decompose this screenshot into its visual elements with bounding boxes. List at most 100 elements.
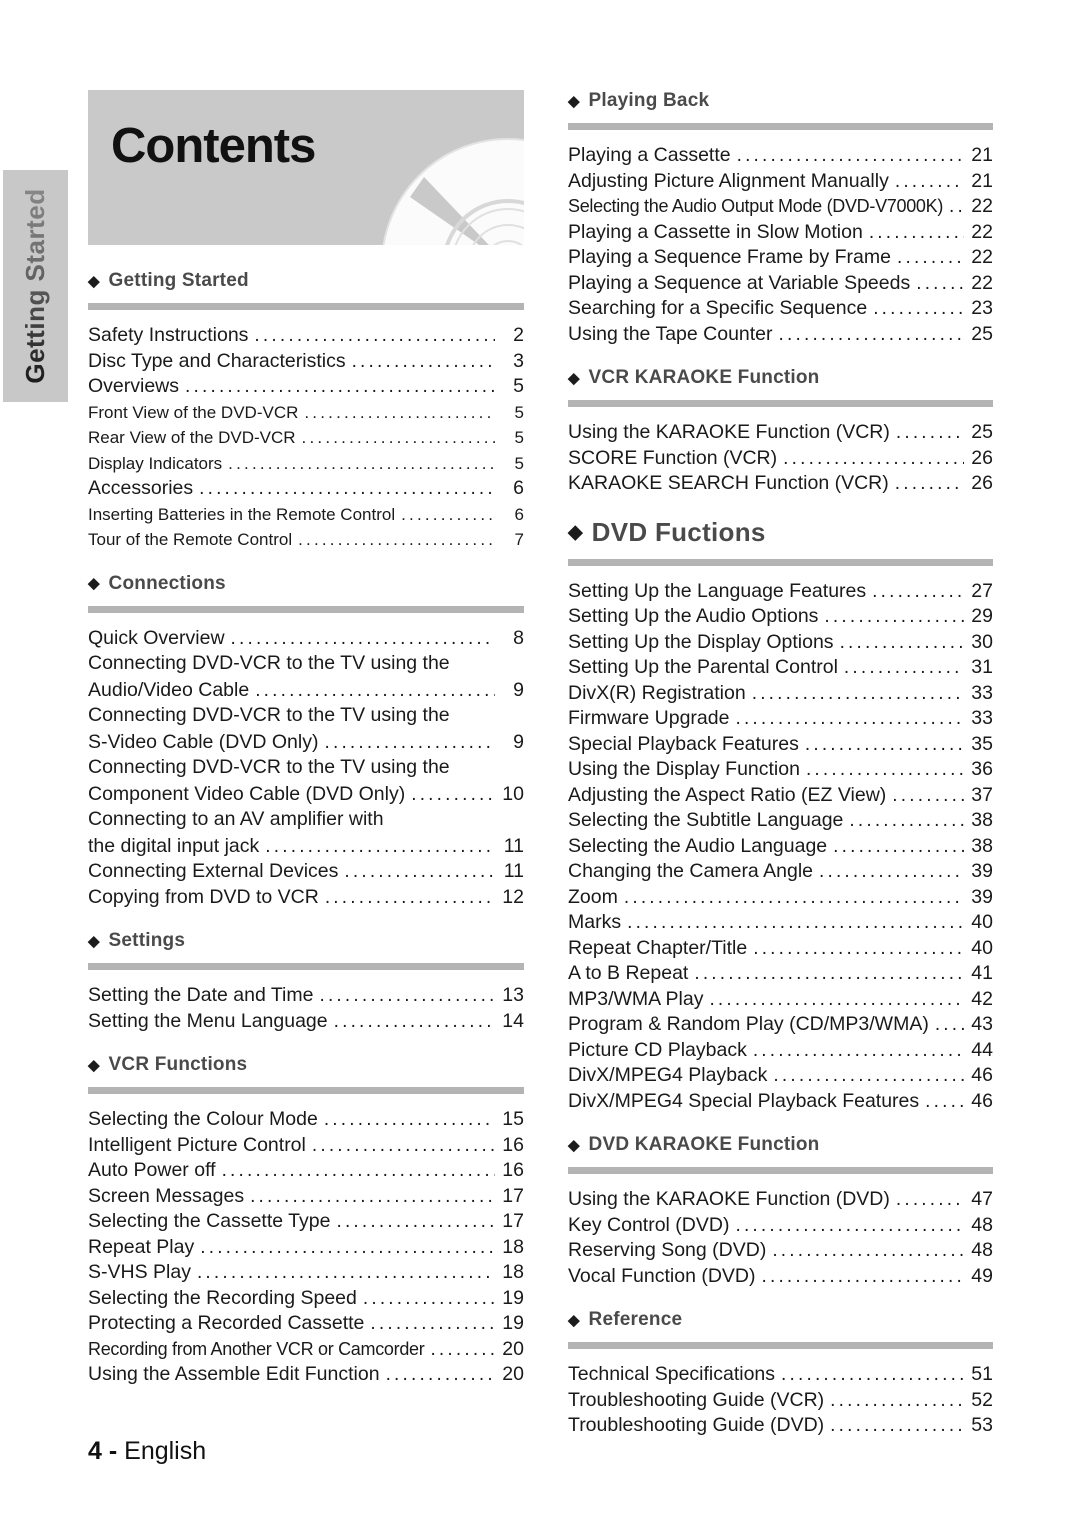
toc-entry[interactable]: Display Indicators......................… [88, 451, 524, 477]
toc-entry[interactable]: A to B Repeat...........................… [568, 961, 993, 987]
toc-entry[interactable]: Overviews...............................… [88, 374, 524, 400]
toc-entry[interactable]: Disc Type and Characteristics...........… [88, 349, 524, 375]
toc-entry-label: Adjusting the Aspect Ratio (EZ View) [568, 783, 887, 806]
toc-entry[interactable]: Using the KARAOKE Function (DVD)........… [568, 1187, 993, 1213]
toc-entry[interactable]: Selecting the Colour Mode...............… [88, 1107, 524, 1133]
toc-entry[interactable]: Troubleshooting Guide (DVD).............… [568, 1413, 993, 1439]
toc-entry[interactable]: Using the Assemble Edit Function........… [88, 1362, 524, 1388]
toc-entry-label: SCORE Function (VCR) [568, 446, 778, 469]
toc-entry[interactable]: Reserving Song (DVD)....................… [568, 1238, 993, 1264]
toc-entry[interactable]: Troubleshooting Guide (VCR).............… [568, 1388, 993, 1414]
toc-entry[interactable]: MP3/WMA Play............................… [568, 987, 993, 1013]
toc-entry[interactable]: Recording from Another VCR or Camcorder.… [88, 1337, 524, 1363]
toc-entry[interactable]: Searching for a Specific Sequence.......… [568, 296, 993, 322]
toc-entry[interactable]: Firmware Upgrade........................… [568, 706, 993, 732]
toc-entry-label: Setting the Menu Language [88, 1009, 328, 1032]
toc-entry[interactable]: S-VHS Play..............................… [88, 1260, 524, 1286]
toc-entry[interactable]: Using the Display Function..............… [568, 757, 993, 783]
section-heading: ◆ DVD Fuctions [568, 517, 993, 548]
toc-entry-label: DivX/MPEG4 Playback [568, 1064, 768, 1086]
toc-entry[interactable]: Inserting Batteries in the Remote Contro… [88, 502, 524, 528]
toc-page-number: 51 [971, 1363, 993, 1385]
toc-entry[interactable]: Rear View of the DVD-VCR................… [88, 425, 524, 451]
toc-entry[interactable]: Connecting External Devices.............… [88, 859, 524, 885]
section-divider [568, 400, 993, 407]
toc-entry[interactable]: Front View of the DVD-VCR...............… [88, 400, 524, 426]
toc-entry[interactable]: Audio/Video Cable.......................… [88, 678, 524, 704]
toc-entry[interactable]: Protecting a Recorded Cassette..........… [88, 1311, 524, 1337]
toc-entry[interactable]: DivX/MPEG4 Playback.....................… [568, 1063, 993, 1089]
toc-entry[interactable]: Connecting DVD-VCR to the TV using the [88, 755, 524, 782]
toc-entry[interactable]: Repeat Play.............................… [88, 1235, 524, 1261]
toc-entry[interactable]: Selecting the Cassette Type.............… [88, 1209, 524, 1235]
toc-entry[interactable]: KARAOKE SEARCH Function (VCR)...........… [568, 471, 993, 497]
toc-entry[interactable]: Special Playback Features...............… [568, 732, 993, 758]
toc-leader-dots: ........................................… [897, 247, 964, 268]
toc-entry-label: Zoom [568, 885, 618, 908]
toc-entry[interactable]: Auto Power off..........................… [88, 1158, 524, 1184]
toc-entry[interactable]: Intelligent Picture Control.............… [88, 1133, 524, 1159]
toc-entry[interactable]: Connecting DVD-VCR to the TV using the [88, 703, 524, 730]
toc-page-number: 44 [971, 1038, 993, 1061]
toc-entry[interactable]: Vocal Function (DVD)....................… [568, 1264, 993, 1290]
toc-page-number: 6 [513, 477, 524, 499]
toc-entry[interactable]: Setting Up the Parental Control.........… [568, 655, 993, 681]
toc-entry-label: Selecting the Recording Speed [88, 1286, 357, 1309]
toc-entry[interactable]: Selecting the Audio Language............… [568, 834, 993, 860]
toc-entry[interactable]: Screen Messages.........................… [88, 1184, 524, 1210]
toc-entry[interactable]: Setting Up the Language Features........… [568, 579, 993, 605]
toc-entry[interactable]: the digital input jack..................… [88, 834, 524, 860]
toc-entry[interactable]: Selecting the Audio Output Mode (DVD-V70… [568, 194, 993, 220]
toc-entry[interactable]: Using the KARAOKE Function (VCR)........… [568, 420, 993, 446]
toc-entry[interactable]: SCORE Function (VCR)....................… [568, 446, 993, 472]
toc-leader-dots: ........................................… [323, 1109, 495, 1130]
toc-entry-label: Using the KARAOKE Function (VCR) [568, 421, 890, 443]
toc-leader-dots: ........................................… [753, 937, 964, 959]
toc-entry[interactable]: DivX/MPEG4 Special Playback Features....… [568, 1089, 993, 1115]
toc-entry[interactable]: Selecting the Subtitle Language.........… [568, 808, 993, 834]
toc-entry[interactable]: Using the Tape Counter..................… [568, 322, 993, 348]
toc-entry[interactable]: Program & Random Play (CD/MP3/WMA)......… [568, 1012, 993, 1038]
toc-entry-label: Technical Specifications [568, 1363, 776, 1385]
toc-entry[interactable]: Adjusting the Aspect Ratio (EZ View)....… [568, 783, 993, 809]
toc-entry[interactable]: Component Video Cable (DVD Only)........… [88, 782, 524, 808]
toc-entry[interactable]: Setting Up the Display Options..........… [568, 630, 993, 656]
toc-entry[interactable]: Changing the Camera Angle...............… [568, 859, 993, 885]
toc-entry[interactable]: Marks...................................… [568, 910, 993, 936]
toc-entry[interactable]: Repeat Chapter/Title....................… [568, 936, 993, 962]
toc-entry[interactable]: Key Control (DVD).......................… [568, 1213, 993, 1239]
toc-entry[interactable]: Connecting DVD-VCR to the TV using the [88, 651, 524, 678]
toc-leader-dots: ........................................… [934, 1014, 964, 1035]
toc-entry-label: Tour of the Remote Control [88, 530, 293, 549]
toc-entry[interactable]: Playing a Cassette......................… [568, 143, 993, 169]
toc-page-number: 12 [502, 885, 524, 908]
toc-page-number: 9 [513, 678, 524, 701]
toc-entry[interactable]: Copying from DVD to VCR.................… [88, 885, 524, 911]
toc-entry[interactable]: Adjusting Picture Alignment Manually....… [568, 169, 993, 195]
toc-page-number: 49 [971, 1264, 993, 1287]
toc-entry[interactable]: Tour of the Remote Control..............… [88, 527, 524, 553]
toc-leader-dots: ........................................… [627, 912, 964, 933]
toc-entry[interactable]: Quick Overview..........................… [88, 626, 524, 652]
toc-entry[interactable]: Safety Instructions.....................… [88, 323, 524, 349]
toc-entry[interactable]: Setting Up the Audio Options............… [568, 604, 993, 630]
toc-entry[interactable]: Accessories.............................… [88, 476, 524, 502]
section-heading-label: Settings [108, 930, 186, 951]
toc-entry[interactable]: Picture CD Playback.....................… [568, 1038, 993, 1064]
toc-page-number: 15 [502, 1108, 524, 1130]
toc-entry-label: Setting Up the Parental Control [568, 656, 838, 678]
toc-entry[interactable]: Setting the Menu Language...............… [88, 1009, 524, 1035]
toc-entry-label: Display Indicators [88, 453, 223, 473]
toc-entry[interactable]: Zoom....................................… [568, 885, 993, 911]
toc-entry[interactable]: Playing a Sequence at Variable Speeds...… [568, 271, 993, 297]
toc-entry[interactable]: Playing a Sequence Frame by Frame.......… [568, 245, 993, 271]
toc-entry[interactable]: S-Video Cable (DVD Only)................… [88, 730, 524, 756]
toc-entry[interactable]: DivX(R) Registration....................… [568, 681, 993, 707]
toc-entry[interactable]: Setting the Date and Time...............… [88, 983, 524, 1009]
toc-entry[interactable]: Selecting the Recording Speed...........… [88, 1286, 524, 1312]
toc-page-number: 19 [502, 1286, 524, 1309]
toc-entry[interactable]: Technical Specifications................… [568, 1362, 993, 1388]
toc-leader-dots: ........................................… [304, 402, 495, 422]
toc-entry[interactable]: Playing a Cassette in Slow Motion.......… [568, 220, 993, 246]
toc-entry[interactable]: Connecting to an AV amplifier with [88, 807, 524, 834]
